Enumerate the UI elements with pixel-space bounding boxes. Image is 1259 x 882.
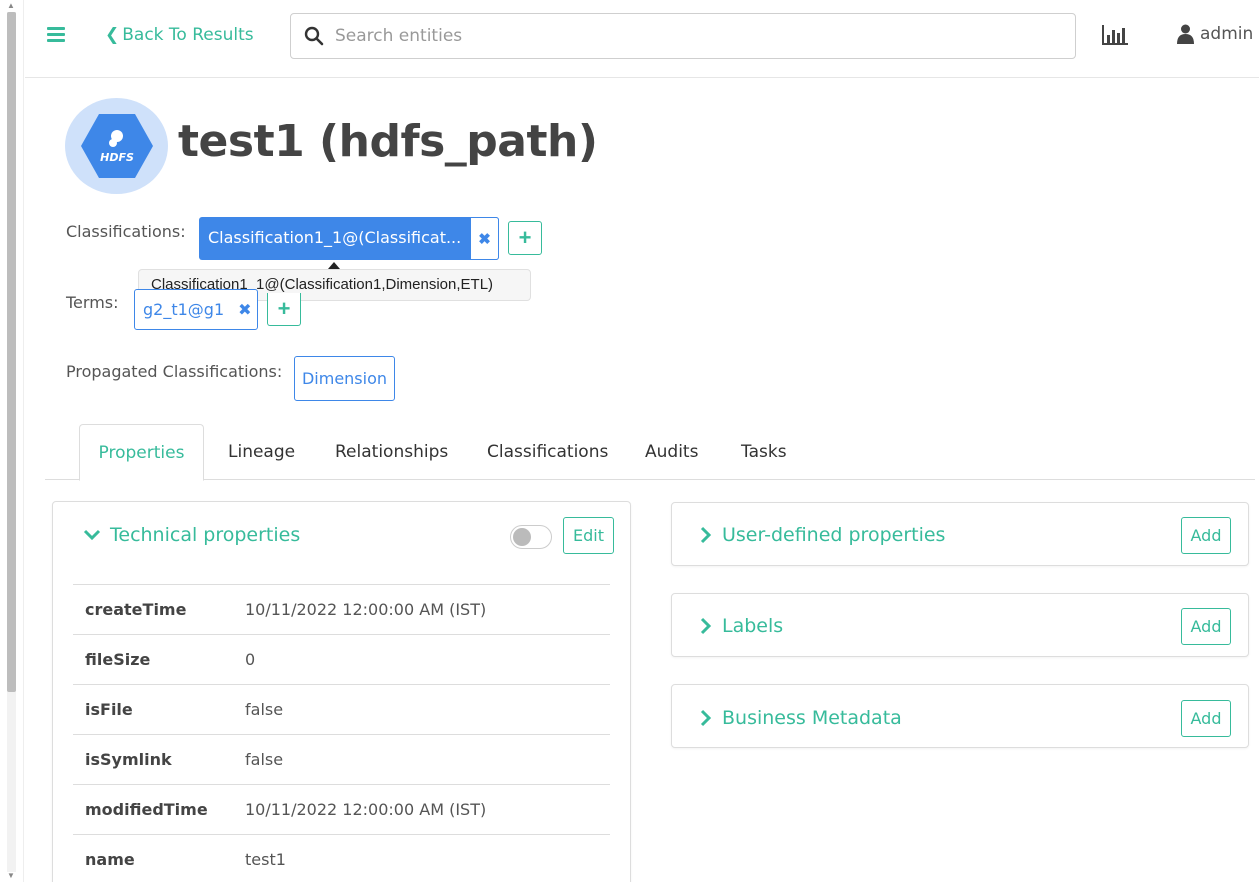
table-row: createTime 10/11/2022 12:00:00 AM (IST) bbox=[73, 584, 610, 634]
add-classification-button[interactable]: + bbox=[508, 221, 542, 255]
propagated-classifications-label: Propagated Classifications: bbox=[66, 362, 283, 381]
property-value: false bbox=[245, 700, 284, 719]
top-header: ❮Back To Results admin bbox=[25, 0, 1259, 78]
entity-tabs: Properties Lineage Relationships Classif… bbox=[45, 424, 1255, 481]
entity-type-logo: HDFS bbox=[65, 98, 168, 194]
table-row: isSymlink false bbox=[73, 734, 610, 784]
search-icon bbox=[304, 26, 324, 46]
user-defined-properties-panel: User-defined properties Add bbox=[671, 502, 1249, 566]
table-row: name test1 bbox=[73, 834, 610, 882]
remove-term-icon[interactable]: ✖ bbox=[238, 300, 251, 319]
user-menu[interactable]: admin bbox=[1177, 24, 1253, 44]
technical-properties-header[interactable]: Technical properties bbox=[83, 524, 300, 546]
labels-title: Labels bbox=[722, 615, 784, 637]
search-input[interactable] bbox=[335, 22, 1055, 50]
back-link-label: Back To Results bbox=[122, 25, 254, 45]
tooltip-arrow bbox=[328, 262, 340, 269]
user-defined-properties-title: User-defined properties bbox=[722, 524, 946, 546]
property-key: createTime bbox=[85, 600, 187, 619]
propagated-tag-label: Dimension bbox=[301, 369, 388, 388]
business-metadata-panel: Business Metadata Add bbox=[671, 684, 1249, 748]
property-value: 10/11/2022 12:00:00 AM (IST) bbox=[245, 800, 487, 819]
property-value: false bbox=[245, 750, 284, 769]
property-key: fileSize bbox=[85, 650, 151, 669]
properties-table: createTime 10/11/2022 12:00:00 AM (IST) … bbox=[73, 584, 610, 882]
add-term-button[interactable]: + bbox=[267, 293, 301, 326]
classification-tag-label: Classification1_1@(Classificat... bbox=[208, 228, 462, 247]
user-defined-properties-header[interactable]: User-defined properties bbox=[700, 524, 945, 546]
user-icon bbox=[1177, 24, 1194, 44]
property-value: 10/11/2022 12:00:00 AM (IST) bbox=[245, 600, 487, 619]
tab-audits[interactable]: Audits bbox=[645, 442, 698, 462]
property-key: isSymlink bbox=[85, 750, 172, 769]
tab-properties[interactable]: Properties bbox=[79, 424, 204, 481]
chevron-right-icon bbox=[700, 526, 712, 544]
business-metadata-title: Business Metadata bbox=[722, 707, 902, 729]
tab-tasks[interactable]: Tasks bbox=[741, 442, 787, 462]
term-tag-label: g2_t1@g1 bbox=[143, 300, 225, 319]
remove-classification-icon[interactable]: ✖ bbox=[470, 217, 499, 260]
classification-tag[interactable]: Classification1_1@(Classificat... ✖ bbox=[199, 217, 499, 260]
statistics-icon[interactable] bbox=[1101, 24, 1129, 46]
scrollbar-thumb[interactable] bbox=[7, 12, 16, 692]
property-key: isFile bbox=[85, 700, 133, 719]
property-value: test1 bbox=[245, 850, 286, 869]
labels-header[interactable]: Labels bbox=[700, 615, 783, 637]
show-empty-values-toggle[interactable] bbox=[510, 525, 552, 549]
property-value: 0 bbox=[245, 650, 256, 669]
edit-button[interactable]: Edit bbox=[563, 517, 614, 554]
property-key: name bbox=[85, 850, 135, 869]
property-key: modifiedTime bbox=[85, 800, 208, 819]
tab-classifications[interactable]: Classifications bbox=[487, 442, 608, 462]
page-title: test1 (hdfs_path) bbox=[178, 116, 598, 167]
technical-properties-title: Technical properties bbox=[110, 524, 301, 546]
add-label-button[interactable]: Add bbox=[1181, 608, 1231, 645]
username: admin bbox=[1200, 24, 1254, 44]
scroll-up-icon[interactable]: ▲ bbox=[7, 2, 15, 10]
business-metadata-header[interactable]: Business Metadata bbox=[700, 707, 902, 729]
table-row: fileSize 0 bbox=[73, 634, 610, 684]
page-scrollbar[interactable]: ▲ ▼ bbox=[0, 0, 24, 882]
tab-lineage[interactable]: Lineage bbox=[228, 442, 295, 462]
technical-properties-panel: Technical properties Edit createTime 10/… bbox=[52, 501, 631, 882]
add-business-metadata-button[interactable]: Add bbox=[1181, 700, 1231, 737]
labels-panel: Labels Add bbox=[671, 593, 1249, 657]
tab-relationships[interactable]: Relationships bbox=[335, 442, 448, 462]
terms-label: Terms: bbox=[66, 293, 119, 312]
chevron-down-icon bbox=[83, 529, 101, 541]
back-to-results-link[interactable]: ❮ Back To Results bbox=[105, 25, 254, 45]
chevron-left-icon: ❮ bbox=[105, 25, 120, 45]
chevron-right-icon bbox=[700, 709, 712, 727]
hamburger-menu-icon[interactable] bbox=[47, 27, 65, 43]
logo-text: HDFS bbox=[100, 151, 134, 164]
chevron-right-icon bbox=[700, 617, 712, 635]
hdfs-icon: HDFS bbox=[81, 114, 153, 178]
propagated-classification-tag[interactable]: Dimension bbox=[294, 356, 395, 401]
search-box bbox=[290, 13, 1076, 59]
scroll-down-icon[interactable]: ▼ bbox=[7, 872, 15, 880]
term-tag[interactable]: g2_t1@g1 ✖ bbox=[134, 289, 258, 330]
table-row: isFile false bbox=[73, 684, 610, 734]
table-row: modifiedTime 10/11/2022 12:00:00 AM (IST… bbox=[73, 784, 610, 834]
classifications-label: Classifications: bbox=[66, 222, 186, 241]
add-user-defined-property-button[interactable]: Add bbox=[1181, 517, 1231, 554]
